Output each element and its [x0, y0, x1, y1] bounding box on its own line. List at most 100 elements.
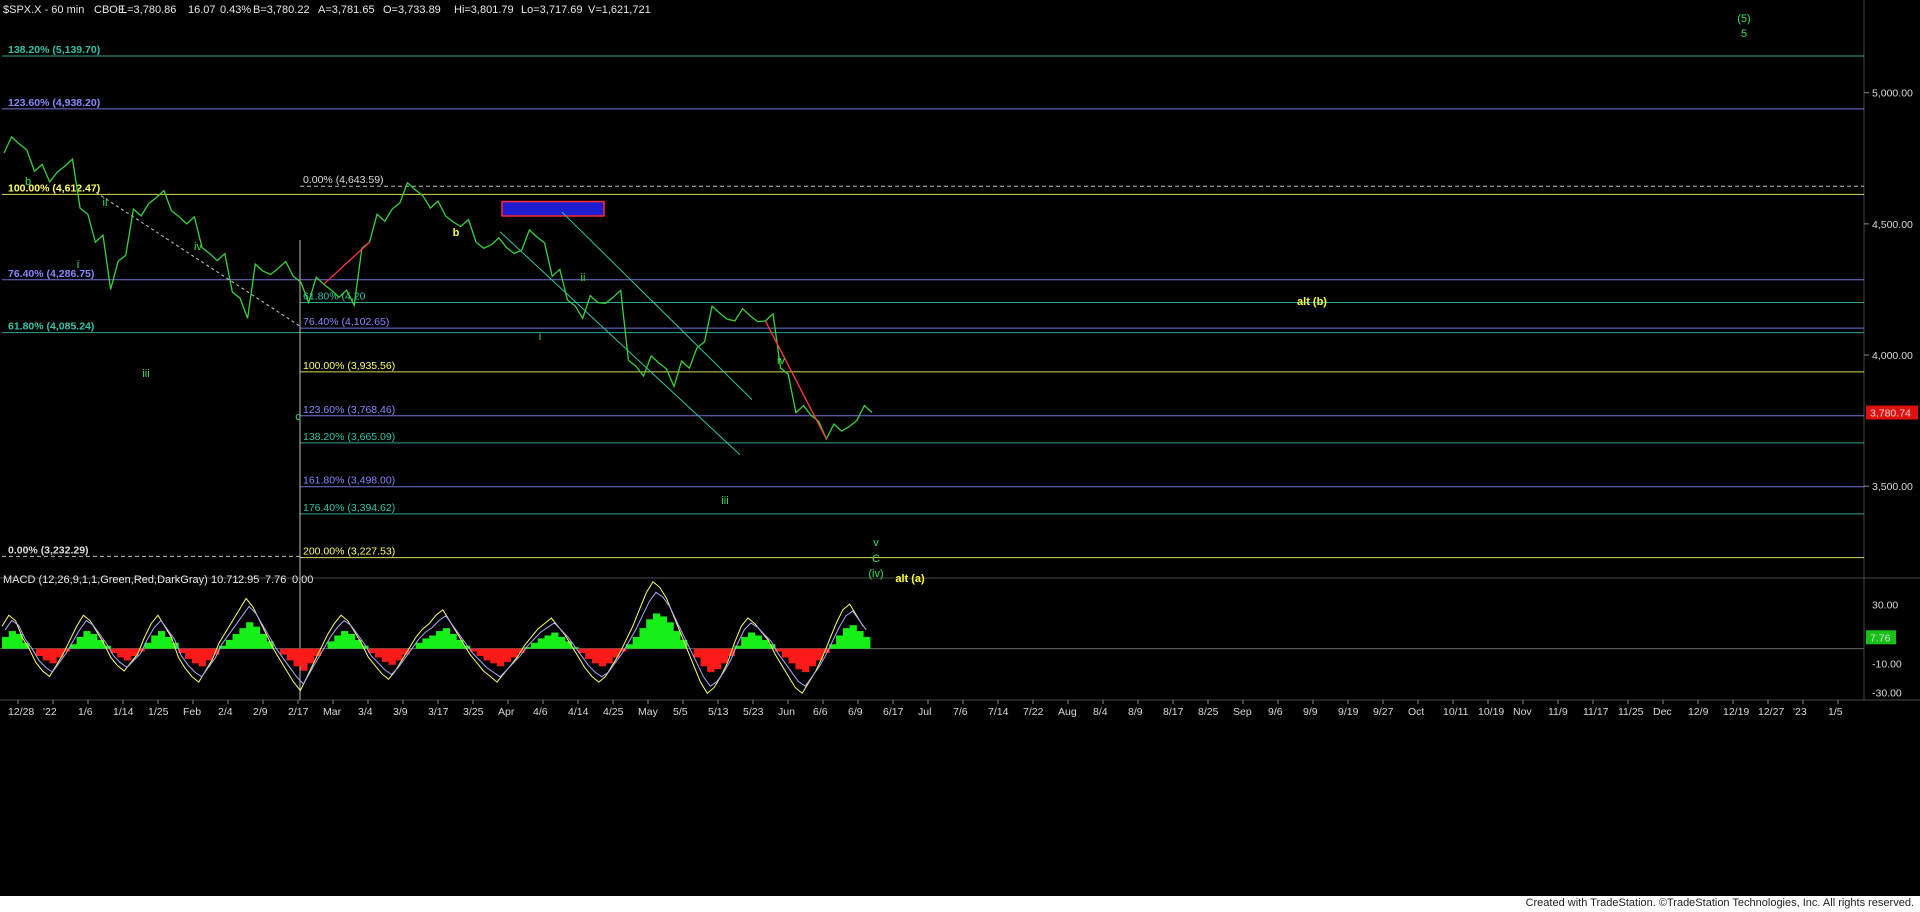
macd-histogram-bar [863, 636, 871, 649]
fib-label: 138.20% (3,665.09) [303, 431, 395, 443]
time-tick-label: May [638, 706, 659, 718]
time-tick-label: 11/17 [1583, 706, 1609, 718]
macd-histogram-bar [510, 648, 518, 658]
price-tick-label: 5,000.00 [1872, 88, 1913, 100]
macd-histogram-bar [341, 631, 349, 649]
price-drop-segment [323, 241, 370, 285]
macd-histogram-bar [646, 619, 654, 649]
time-tick-label: 11/25 [1618, 706, 1644, 718]
time-tick-label: 5/5 [673, 706, 688, 718]
time-tick-label: Apr [498, 706, 515, 718]
macd-histogram-bar [781, 648, 790, 658]
wave-label: iv [777, 355, 785, 367]
wave-label: c [295, 411, 301, 423]
macd-histogram-bar [300, 648, 308, 671]
time-tick-label: 8/4 [1093, 706, 1108, 718]
macd-tick-label: 30.00 [1872, 600, 1898, 612]
header-lo: Lo=3,717.69 [521, 4, 582, 16]
macd-histogram-bar [666, 622, 674, 649]
header-hi: Hi=3,801.79 [454, 4, 514, 16]
price-tick-label: 3,500.00 [1872, 481, 1913, 493]
time-tick-label: 3/4 [358, 706, 373, 718]
macd-histogram-bar [8, 631, 16, 649]
time-tick-label: 10/19 [1478, 706, 1504, 718]
macd-tick-label: -10.00 [1872, 658, 1902, 670]
time-tick-label: 12/19 [1723, 706, 1749, 718]
macd-histogram-bar [639, 628, 647, 649]
fib-label: 0.00% (4,643.59) [303, 174, 384, 186]
macd-histogram-bar [449, 634, 457, 649]
wave-label: (iv) [868, 568, 883, 580]
macd-histogram-bar [259, 634, 267, 649]
macd-histogram-bar [117, 648, 125, 658]
time-tick-label: 2/9 [253, 706, 268, 718]
macd-readout: 10.71 [211, 574, 239, 586]
last-price-label: 3,780.74 [1870, 408, 1911, 420]
time-tick-label: 8/25 [1198, 706, 1219, 718]
macd-histogram-bar [327, 641, 335, 649]
price-series-line[interactable] [3, 135, 873, 441]
footer-bar: Created with TradeStation. ©TradeStation… [0, 896, 1920, 912]
wave-label: v [873, 537, 879, 549]
time-tick-label: 12/28 [8, 706, 34, 718]
macd-histogram-bar [76, 636, 84, 649]
time-tick-label: 1/5 [1828, 706, 1843, 718]
macd-title: MACD (12,26,9,1,1,Green,Red,DarkGray) [3, 574, 208, 586]
macd-histogram-bar [422, 638, 430, 649]
macd-readout: 2.95 [238, 574, 259, 586]
time-tick-label: 3/17 [428, 706, 449, 718]
macd-histogram-bar [788, 648, 796, 664]
fib-label: 176.40% (3,394.62) [303, 502, 395, 514]
price-tick-label: 4,500.00 [1872, 219, 1913, 231]
macd-histogram-bar [503, 648, 511, 662]
time-tick-label: 2/4 [218, 706, 233, 718]
time-tick-label: 5/13 [708, 706, 729, 718]
macd-histogram-bar [497, 648, 505, 667]
macd-histogram-bar [693, 648, 701, 658]
chart-svg[interactable]: $SPX.X - 60 min CBOEL=3,780.86 16.07 0.43% B… [0, 0, 1920, 896]
time-tick-label: 11/9 [1548, 706, 1568, 718]
fib-label: 123.60% (3,768.46) [303, 404, 395, 416]
trend-line-dashed [95, 191, 301, 327]
macd-histogram-bar [436, 631, 444, 649]
footer-credit: Created with TradeStation. ©TradeStation… [1525, 897, 1914, 909]
wave-label: iv [194, 241, 202, 253]
time-tick-label: Nov [1513, 706, 1532, 718]
macd-histogram-bar [2, 636, 10, 649]
macd-histogram-bar [239, 628, 247, 649]
price-tick-label: 4,000.00 [1872, 350, 1913, 362]
time-tick-label: 1/6 [78, 706, 93, 718]
macd-histogram-bar [90, 634, 98, 649]
macd-histogram-bar [673, 631, 681, 649]
macd-histogram-bar [761, 639, 769, 649]
macd-histogram-bar [415, 642, 423, 649]
time-tick-label: '22 [43, 706, 57, 718]
time-tick-label: 8/9 [1128, 706, 1143, 718]
macd-histogram-bar [720, 648, 728, 664]
time-tick-label: Jul [918, 706, 931, 718]
wave-label: ii [581, 272, 586, 284]
time-tick-label: 7/6 [953, 706, 968, 718]
header-open: O=3,733.89 [383, 4, 441, 16]
macd-histogram-bar [754, 635, 762, 649]
wave-label: i [77, 259, 79, 271]
time-tick-label: Dec [1653, 706, 1672, 718]
time-tick-label: 7/14 [988, 706, 1009, 718]
macd-histogram-bar [164, 636, 172, 649]
macd-histogram-bar [307, 648, 315, 664]
time-tick-label: Mar [323, 706, 342, 718]
time-tick-label: 6/9 [848, 706, 863, 718]
time-tick-label: 3/9 [393, 706, 408, 718]
channel-line-lower [499, 231, 741, 456]
macd-histogram-bar [191, 648, 200, 664]
time-tick-label: Sep [1233, 706, 1252, 718]
macd-histogram-bar [185, 648, 193, 659]
time-tick-label: 4/25 [603, 706, 624, 718]
wave-label: b [453, 227, 460, 239]
wave-label: C [872, 553, 880, 565]
wave-label: b [25, 176, 31, 188]
time-tick-label: 1/14 [113, 706, 134, 718]
header-bid: B=3,780.22 [253, 4, 310, 16]
fib-label: 100.00% (4,612.47) [8, 182, 100, 194]
time-tick-label: 1/25 [148, 706, 169, 718]
